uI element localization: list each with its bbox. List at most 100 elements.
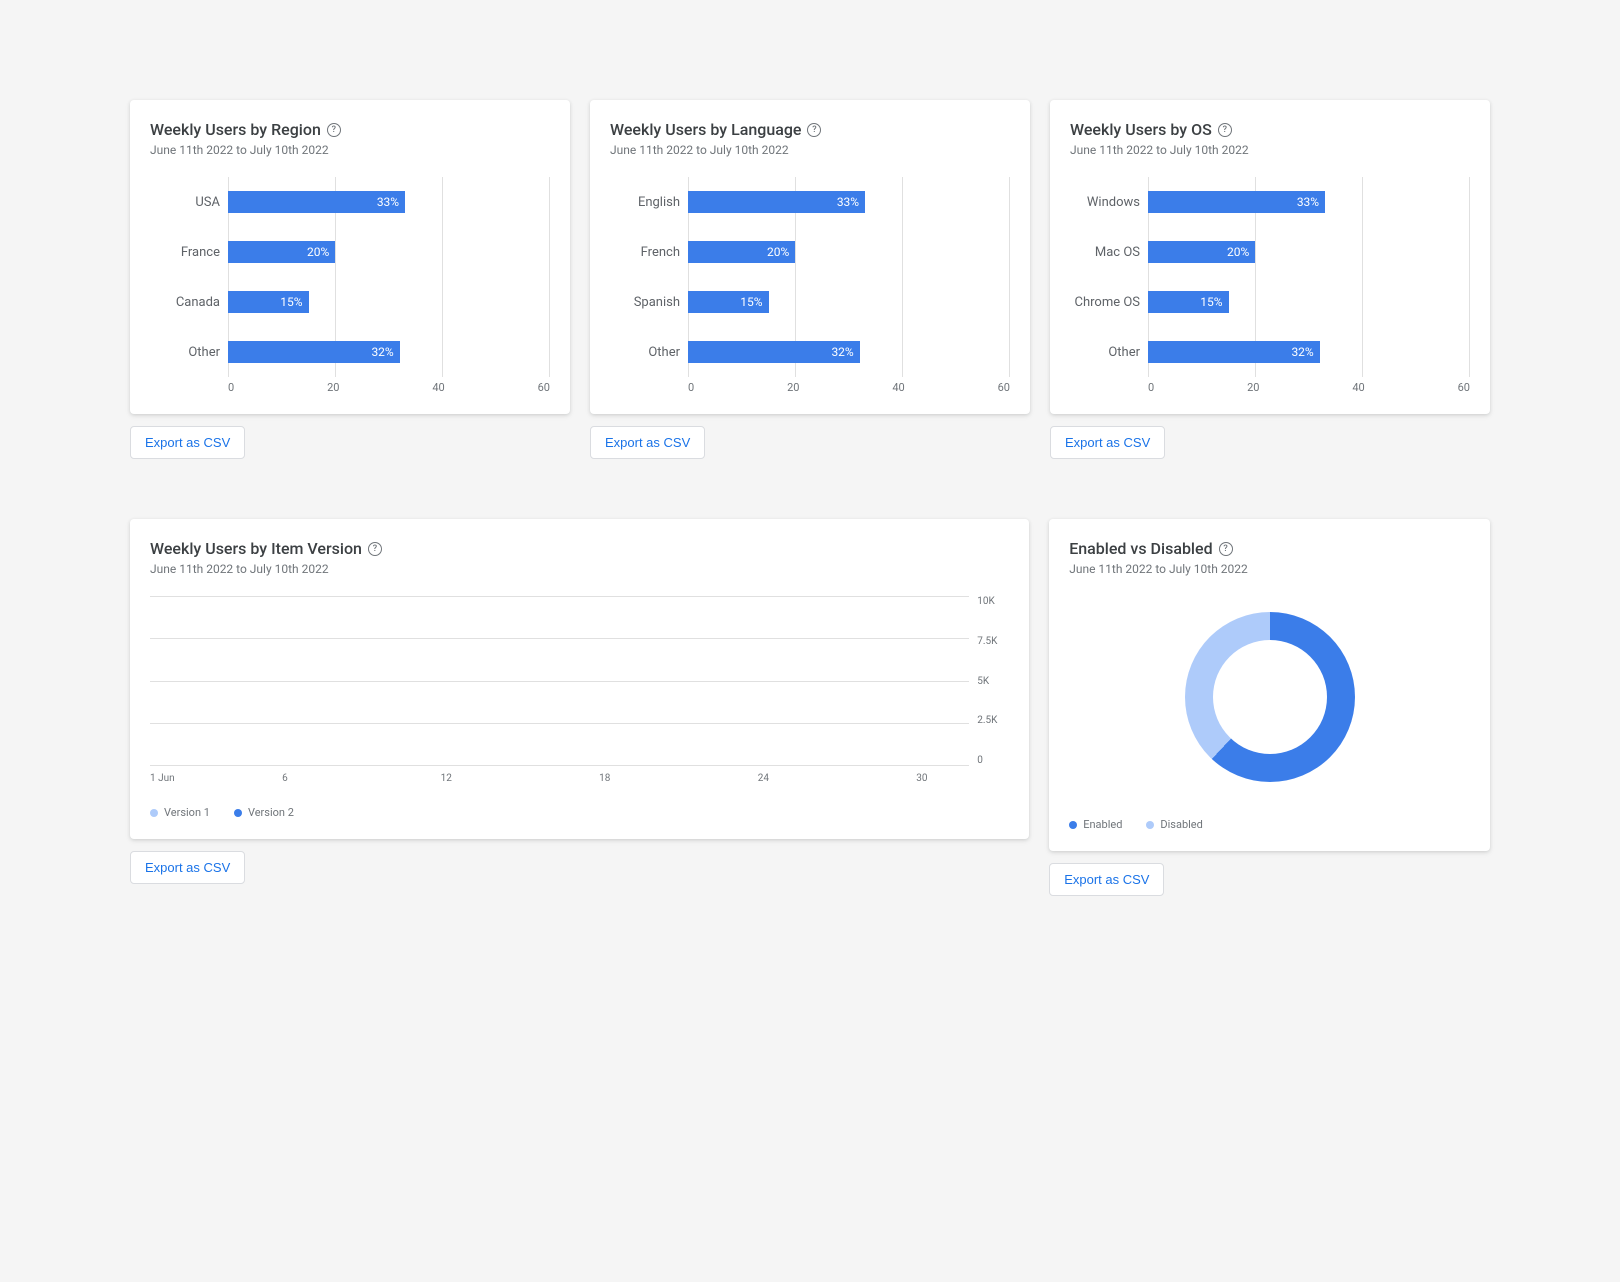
hbar: 32%: [1148, 341, 1320, 363]
export-csv-button[interactable]: Export as CSV: [1050, 426, 1165, 459]
export-csv-button[interactable]: Export as CSV: [590, 426, 705, 459]
hbar-category-label: Other: [610, 345, 680, 360]
y-tick-label: 7.5K: [977, 636, 997, 647]
x-tick-label: 18: [599, 773, 625, 784]
x-tick-label: [388, 773, 414, 784]
x-tick-label: [335, 773, 361, 784]
x-tick-label: [203, 773, 229, 784]
x-tick-label: [626, 773, 652, 784]
hbar: 33%: [228, 191, 405, 213]
x-tick-label: [493, 773, 519, 784]
title-text: Weekly Users by Language: [610, 120, 801, 139]
help-icon[interactable]: ?: [1218, 123, 1232, 137]
card-subtitle: June 11th 2022 to July 10th 2022: [610, 143, 1010, 157]
legend-label: Enabled: [1083, 818, 1122, 831]
hbar-category-label: USA: [150, 195, 220, 210]
y-tick-label: 0: [977, 755, 983, 766]
card-title-region: Weekly Users by Region ?: [150, 120, 550, 139]
hbar: 20%: [688, 241, 795, 263]
x-tick-label: [520, 773, 546, 784]
x-tick-label: [467, 773, 493, 784]
x-tick-label: [546, 773, 572, 784]
x-tick-label: [652, 773, 678, 784]
legend-dot-icon: [234, 809, 242, 817]
hbar: 15%: [688, 291, 769, 313]
x-tick-label: [361, 773, 387, 784]
card-os: Weekly Users by OS ? June 11th 2022 to J…: [1050, 100, 1490, 414]
title-text: Weekly Users by Region: [150, 120, 321, 139]
hbar-chart-os: WindowsMac OSChrome OSOther 33%20%15%32%: [1070, 177, 1470, 377]
col-region: Weekly Users by Region ? June 11th 2022 …: [130, 100, 570, 459]
legend-dot-icon: [1146, 821, 1154, 829]
card-language: Weekly Users by Language ? June 11th 202…: [590, 100, 1030, 414]
x-tick-label: [309, 773, 335, 784]
x-tick-label: 24: [758, 773, 784, 784]
help-icon[interactable]: ?: [327, 123, 341, 137]
stacked-bar-chart: 10K7.5K5K2.5K0 1 Jun612182430: [150, 596, 1009, 766]
legend-dot-icon: [150, 809, 158, 817]
x-tick-label: [943, 773, 969, 784]
hbar: 33%: [688, 191, 865, 213]
help-icon[interactable]: ?: [807, 123, 821, 137]
hbar: 32%: [688, 341, 860, 363]
hbar: 15%: [1148, 291, 1229, 313]
y-tick-label: 5K: [977, 676, 989, 687]
x-tick-label: 20: [787, 381, 799, 394]
hbar-category-label: French: [610, 245, 680, 260]
x-tick-label: [731, 773, 757, 784]
title-text: Weekly Users by OS: [1070, 120, 1212, 139]
col-language: Weekly Users by Language ? June 11th 202…: [590, 100, 1030, 459]
card-title-enabled: Enabled vs Disabled ?: [1069, 539, 1470, 558]
hbar-category-label: Other: [150, 345, 220, 360]
x-tick-label: 40: [1352, 381, 1364, 394]
hbar-category-label: Chrome OS: [1070, 295, 1140, 310]
col-version: Weekly Users by Item Version ? June 11th…: [130, 519, 1029, 896]
card-version: Weekly Users by Item Version ? June 11th…: [130, 519, 1029, 839]
x-tick-label: [863, 773, 889, 784]
dashboard: Weekly Users by Region ? June 11th 2022 …: [130, 100, 1490, 896]
card-enabled: Enabled vs Disabled ? June 11th 2022 to …: [1049, 519, 1490, 851]
legend-item-v1: Version 1: [150, 806, 210, 819]
hbar-category-label: Mac OS: [1070, 245, 1140, 260]
x-tick-label: 0: [1148, 381, 1154, 394]
x-tick-label: 0: [228, 381, 234, 394]
hbar-chart-language: EnglishFrenchSpanishOther 33%20%15%32%: [610, 177, 1010, 377]
x-tick-label: 40: [432, 381, 444, 394]
hbar: 20%: [1148, 241, 1255, 263]
x-tick-label: [256, 773, 282, 784]
hbar: 32%: [228, 341, 400, 363]
x-tick-label: [678, 773, 704, 784]
card-title-os: Weekly Users by OS ?: [1070, 120, 1470, 139]
x-tick-label: 60: [1458, 381, 1470, 394]
hbar-category-label: Canada: [150, 295, 220, 310]
export-csv-button[interactable]: Export as CSV: [130, 851, 245, 884]
x-tick-label: 30: [916, 773, 942, 784]
title-text: Enabled vs Disabled: [1069, 539, 1212, 558]
legend-dot-icon: [1069, 821, 1077, 829]
card-title-language: Weekly Users by Language ?: [610, 120, 1010, 139]
x-tick-label: 60: [998, 381, 1010, 394]
x-tick-label: 40: [892, 381, 904, 394]
x-tick-label: 20: [1247, 381, 1259, 394]
x-tick-label: [811, 773, 837, 784]
x-tick-label: 60: [538, 381, 550, 394]
x-tick-label: [784, 773, 810, 784]
help-icon[interactable]: ?: [368, 542, 382, 556]
legend-label: Disabled: [1160, 818, 1202, 831]
hbar-category-label: Other: [1070, 345, 1140, 360]
legend-label: Version 1: [164, 806, 210, 819]
donut-chart: [1069, 596, 1470, 790]
y-tick-label: 10K: [977, 596, 995, 607]
legend-item-enabled: Enabled: [1069, 818, 1122, 831]
legend-label: Version 2: [248, 806, 294, 819]
x-tick-label: [229, 773, 255, 784]
help-icon[interactable]: ?: [1219, 542, 1233, 556]
export-csv-button[interactable]: Export as CSV: [130, 426, 245, 459]
x-tick-label: [414, 773, 440, 784]
export-csv-button[interactable]: Export as CSV: [1049, 863, 1164, 896]
hbar-category-label: Spanish: [610, 295, 680, 310]
legend-item-disabled: Disabled: [1146, 818, 1202, 831]
hbar: 20%: [228, 241, 335, 263]
hbar-chart-region: USAFranceCanadaOther 33%20%15%32%: [150, 177, 550, 377]
x-tick-label: [176, 773, 202, 784]
